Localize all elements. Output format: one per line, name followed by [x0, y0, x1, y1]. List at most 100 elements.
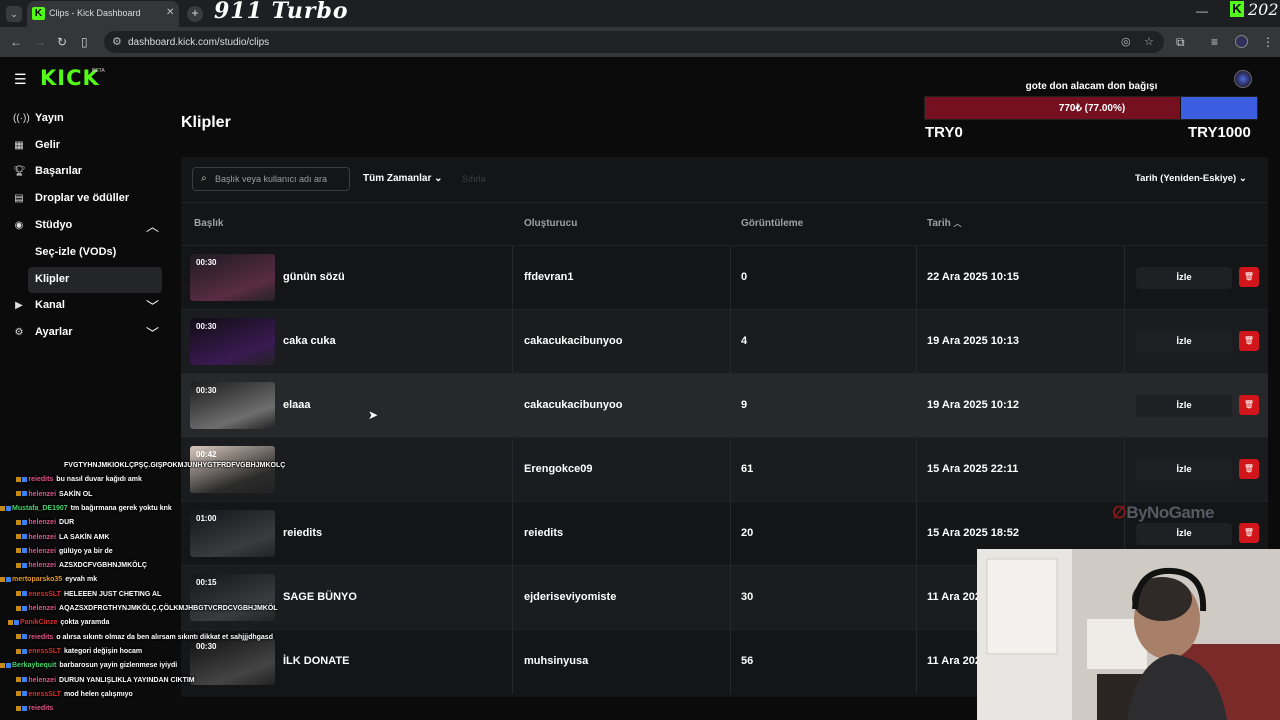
new-tab-button[interactable]: +	[187, 6, 203, 22]
clip-creator[interactable]: reiedits	[524, 527, 563, 539]
sidebar-item-vods[interactable]: Seç-izle (VODs)	[0, 240, 180, 266]
clip-creator[interactable]: cakacukacibunyoo	[524, 335, 622, 347]
sidebar-item-klipler[interactable]: Klipler	[28, 267, 162, 293]
chat-message: helenzei AQAZSXDFRGTHYNJMKÖLÇ.ÇÖLKMJHBGTV…	[16, 605, 278, 612]
column-header-views[interactable]: Görüntüleme	[741, 218, 803, 229]
clip-creator[interactable]: ejderiseviyomiste	[524, 591, 616, 603]
kick-logo[interactable]: KICK	[40, 66, 100, 90]
tab-title: Clips - Kick Dashboard	[49, 8, 141, 18]
media-icon[interactable]: ≡	[1211, 35, 1218, 49]
close-icon[interactable]: ✕	[166, 7, 174, 18]
delete-icon[interactable]: 🗑︎	[1239, 459, 1259, 479]
chat-badge-icon	[22, 591, 28, 597]
clip-creator[interactable]: cakacukacibunyoo	[524, 399, 622, 411]
profile-avatar[interactable]	[1235, 35, 1248, 48]
hamburger-menu-icon[interactable]: ☰	[14, 71, 27, 88]
watch-button[interactable]: İzle	[1136, 267, 1232, 289]
watch-button[interactable]: İzle	[1136, 523, 1232, 545]
column-header-date[interactable]: Tarih ︿	[927, 218, 962, 229]
delete-icon[interactable]: 🗑︎	[1239, 523, 1259, 543]
reset-filter-button[interactable]: Sıfırla	[462, 174, 486, 184]
chat-username: helenzei	[28, 676, 57, 684]
minimize-icon[interactable]: —	[1196, 4, 1208, 18]
sidebar-toggle-icon[interactable]: ▯	[81, 35, 88, 49]
chat-overlay: FVGTYHNJMKIOKLÇPŞÇ.GIŞPOKMJUNHYGTFRDFVGB…	[0, 462, 300, 720]
watch-button[interactable]: İzle	[1136, 395, 1232, 417]
column-divider	[512, 246, 513, 310]
column-header-creator[interactable]: Oluşturucu	[524, 218, 577, 229]
eye-off-icon[interactable]: ◎	[1121, 35, 1131, 48]
chat-message: enessSLT kategori değişin hocam	[16, 648, 142, 655]
sidebar-item-ayarlar[interactable]: ⚙ Ayarlar ﹀	[0, 320, 180, 346]
chat-username: helenzei	[28, 519, 57, 527]
chevron-down-icon[interactable]: ﹀	[146, 296, 159, 315]
chat-badge-icon	[16, 562, 22, 568]
search-box[interactable]: ⌕	[192, 167, 350, 191]
table-row[interactable]: 00:42 Erengokce09 61 15 Ara 2025 22:11 İzle 🗑…	[181, 437, 1268, 502]
column-divider	[730, 630, 731, 694]
clip-thumbnail[interactable]: 00:30	[190, 318, 275, 365]
kick-favicon-icon: K	[32, 7, 45, 20]
chevron-down-icon[interactable]: ﹀	[146, 323, 159, 342]
sidebar-item-studyo[interactable]: ◉ Stüdyo ︿	[0, 213, 180, 239]
delete-icon[interactable]: 🗑︎	[1239, 395, 1259, 415]
column-divider	[512, 566, 513, 630]
revenue-icon: ▦	[14, 140, 24, 151]
column-header-title[interactable]: Başlık	[194, 218, 223, 229]
clip-thumbnail[interactable]: 00:30	[190, 254, 275, 301]
sidebar-item-kanal[interactable]: ▶ Kanal ﹀	[0, 293, 180, 319]
clip-date: 15 Ara 2025 18:52	[927, 527, 1019, 539]
site-info-icon[interactable]: ⚙	[112, 35, 122, 48]
chat-username: reiedits	[28, 476, 54, 484]
table-row[interactable]: 00:30 elaaa cakacukacibunyoo 9 19 Ara 2025 1…	[181, 373, 1268, 438]
chat-badge-icon	[0, 662, 5, 668]
bookmark-star-icon[interactable]: ☆	[1144, 35, 1154, 48]
bynogame-logo-icon: ∅	[1112, 503, 1127, 522]
clip-creator[interactable]: Erengokce09	[524, 463, 592, 475]
clip-creator[interactable]: muhsinyusa	[524, 655, 588, 667]
back-icon[interactable]: ←	[10, 35, 22, 49]
delete-icon[interactable]: 🗑︎	[1239, 331, 1259, 351]
donation-goal-max: TRY1000	[1188, 124, 1251, 141]
clip-thumbnail[interactable]: 00:30	[190, 382, 275, 429]
table-row[interactable]: 00:30 caka cuka cakacukacibunyoo 4 19 Ara 20…	[181, 309, 1268, 374]
time-filter-dropdown[interactable]: Tüm Zamanlar ⌄	[363, 173, 443, 184]
sidebar-item-basarilar[interactable]: 🏆︎ Başarılar	[0, 159, 180, 185]
chat-username: Berkaybequit	[12, 662, 57, 670]
chat-username: mertoparsko35	[12, 576, 63, 584]
browser-tab[interactable]: K Clips - Kick Dashboard ✕	[27, 1, 179, 27]
chat-badge-icon	[22, 605, 28, 611]
delete-icon[interactable]: 🗑︎	[1239, 267, 1259, 287]
more-menu-icon[interactable]: ⋮	[1262, 35, 1274, 49]
tab-search-button[interactable]: ⌄	[6, 6, 22, 22]
column-divider	[512, 502, 513, 566]
chevron-up-icon[interactable]: ︿	[146, 216, 159, 235]
page-title: Klipler	[181, 114, 231, 131]
extensions-icon[interactable]: ⧉	[1176, 35, 1185, 50]
chat-username: enessSLT	[28, 647, 61, 655]
sidebar-item-droplar[interactable]: ▤ Droplar ve ödüller	[0, 186, 180, 212]
table-row[interactable]: 00:30 günün sözü ffdevran1 0 22 Ara 2025 10:…	[181, 245, 1268, 310]
clip-creator[interactable]: ffdevran1	[524, 271, 574, 283]
watch-button[interactable]: İzle	[1136, 459, 1232, 481]
address-bar[interactable]: ⚙ dashboard.kick.com/studio/clips ◎ ☆	[104, 31, 1164, 53]
watch-button[interactable]: İzle	[1136, 331, 1232, 353]
chat-badge-icon	[22, 705, 28, 711]
chat-badge-icon	[22, 634, 28, 640]
sidebar-item-yayin[interactable]: ((·)) Yayın	[0, 106, 180, 132]
chat-text: FVGTYHNJMKIOKLÇPŞÇ.GIŞPOKMJUNHYGTFRDFVGB…	[64, 462, 286, 469]
chat-badge-icon	[16, 519, 22, 525]
column-divider	[916, 246, 917, 310]
sort-dropdown[interactable]: Tarih (Yeniden-Eskiye) ⌄	[1135, 173, 1247, 184]
chat-badge-icon	[16, 534, 22, 540]
forward-icon[interactable]: →	[34, 35, 46, 49]
clip-date: 22 Ara 2025 10:15	[927, 271, 1019, 283]
sidebar-item-gelir[interactable]: ▦ Gelir	[0, 133, 180, 159]
chat-text: gülüyo ya bir de	[59, 547, 113, 555]
search-input[interactable]	[215, 172, 345, 186]
clip-duration: 00:30	[196, 258, 217, 267]
clip-views: 0	[741, 271, 748, 283]
clip-date: 11 Ara 202	[927, 655, 982, 667]
chat-message: enessSLT mod helen çalışmıyo	[16, 691, 133, 698]
reload-icon[interactable]: ↻	[57, 35, 67, 49]
